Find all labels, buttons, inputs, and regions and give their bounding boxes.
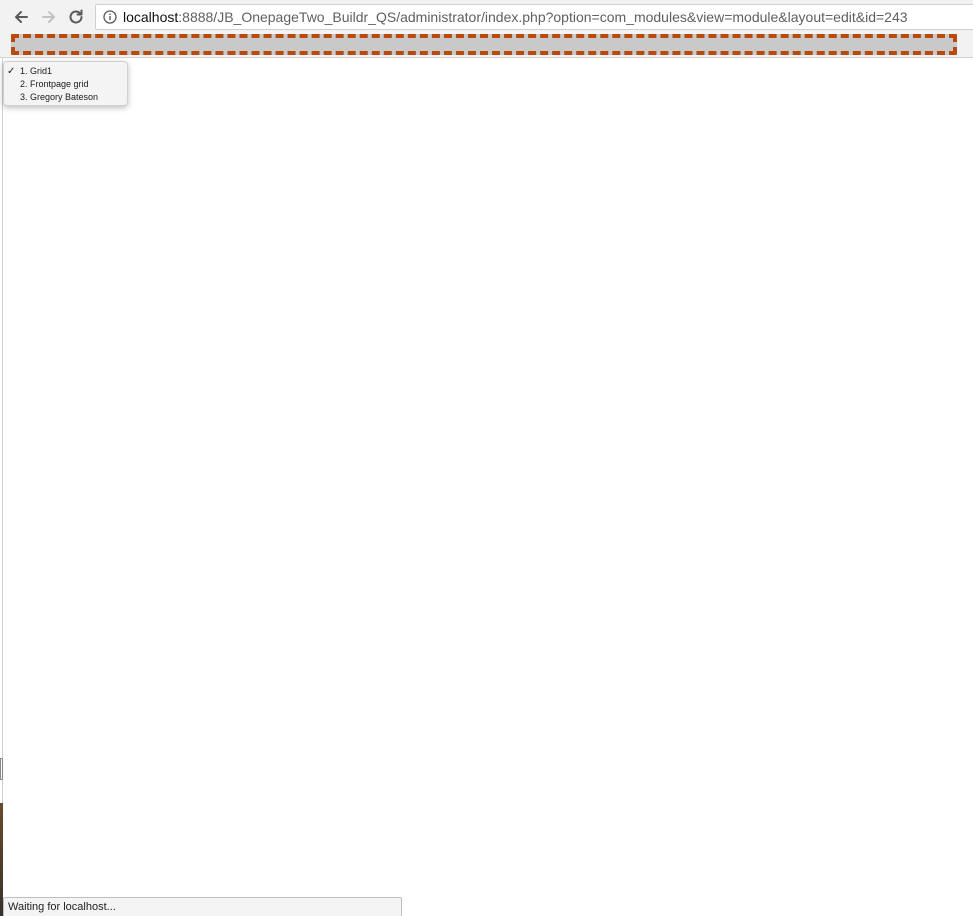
page-left-edge: · · · · · · · · ·	[0, 58, 3, 916]
popup-menu: ✓ 1. Grid1 2. Frontpage grid 3. Gregory …	[3, 61, 128, 106]
edge-glyph: ·	[0, 346, 1, 358]
arrow-right-icon	[42, 11, 55, 23]
bookmarks-bar	[0, 33, 973, 58]
edge-glyph: ·	[0, 268, 1, 280]
menu-item-frontpage-grid[interactable]: 2. Frontpage grid	[4, 78, 127, 91]
checkmark-icon: ✓	[7, 66, 16, 77]
info-icon[interactable]	[103, 10, 117, 24]
url-path: :8888/JB_OnepageTwo_Buildr_QS/administra…	[178, 9, 908, 25]
highlighted-region[interactable]	[11, 34, 957, 55]
status-bubble: Waiting for localhost...	[3, 897, 402, 916]
url-host: localhost	[123, 9, 179, 25]
edge-glyph: ·	[0, 320, 1, 332]
menu-item-label: 1. Grid1	[20, 66, 53, 76]
arrow-left-icon	[15, 11, 28, 23]
reload-icon	[69, 9, 83, 24]
edge-glyph: ·	[0, 294, 1, 306]
menu-item-grid1[interactable]: ✓ 1. Grid1	[4, 65, 127, 78]
back-button[interactable]	[10, 6, 32, 28]
edge-glyph: ·	[0, 190, 1, 202]
forward-button[interactable]	[38, 6, 60, 28]
url-text[interactable]: localhost:8888/JB_OnepageTwo_Buildr_QS/a…	[123, 9, 908, 25]
menu-item-label: 2. Frontpage grid	[20, 79, 89, 89]
edge-glyph: ·	[0, 164, 1, 176]
reload-button[interactable]	[65, 6, 87, 28]
edge-glyph: ·	[0, 113, 1, 125]
browser-window: localhost:8888/JB_OnepageTwo_Buildr_QS/a…	[0, 0, 973, 916]
address-bar[interactable]: localhost:8888/JB_OnepageTwo_Buildr_QS/a…	[95, 4, 973, 30]
menu-item-label: 3. Gregory Bateson	[20, 92, 99, 102]
edge-glyph: ·	[0, 216, 1, 228]
edge-glyph: ·	[0, 138, 1, 150]
browser-toolbar: localhost:8888/JB_OnepageTwo_Buildr_QS/a…	[0, 0, 973, 33]
edge-block	[0, 758, 3, 780]
menu-item-gregory-bateson[interactable]: 3. Gregory Bateson	[4, 91, 127, 104]
